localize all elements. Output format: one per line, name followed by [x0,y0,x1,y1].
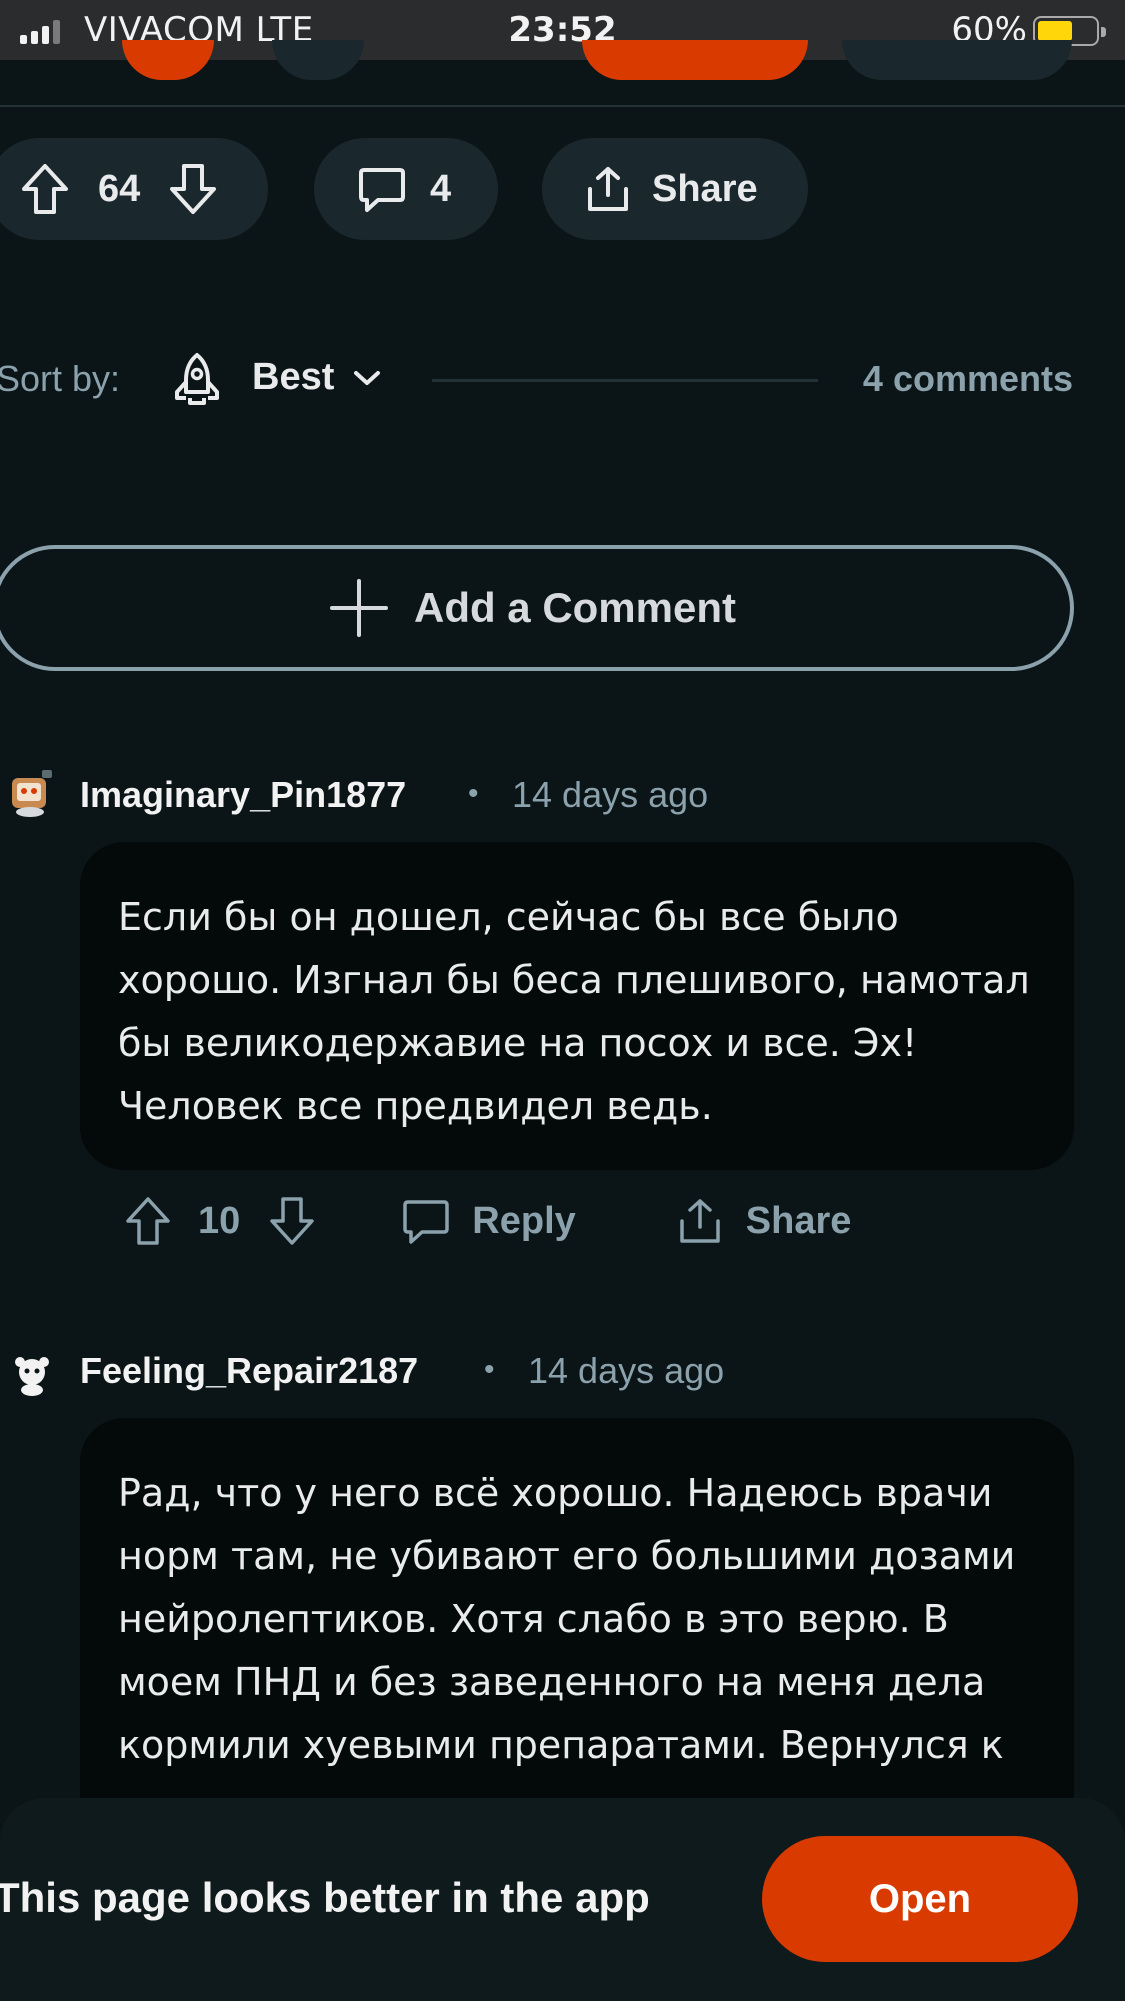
comment-author[interactable]: Feeling_Repair2187 [80,1350,418,1392]
avatar[interactable] [6,1348,56,1398]
comment-share-button[interactable]: Share [676,1197,852,1245]
comment-bubble-icon [359,168,405,212]
post-comments-button[interactable]: 4 [314,138,498,240]
upvote-icon[interactable] [124,1196,172,1246]
banner-text: This page looks better in the app [0,1874,650,1921]
post-vote-pill: 64 [0,138,268,240]
open-app-label: Open [868,1876,972,1921]
comment-body: Если бы он дошел, сейчас бы все было хор… [80,842,1074,1170]
add-comment-button[interactable]: Add a Comment [0,545,1074,671]
comment-vote-count: 10 [198,1199,241,1242]
open-in-app-banner: This page looks better in the app Open [0,1798,1125,2001]
rocket-icon [175,353,219,405]
sort-value: Best [252,356,335,398]
total-comments: 4 comments [862,358,1073,399]
reply-label: Reply [472,1199,576,1242]
post-share-button[interactable]: Share [542,138,808,240]
sort-dropdown[interactable]: Best [252,356,382,399]
comment-text: Если бы он дошел, сейчас бы все было хор… [118,895,1030,1128]
peek-dark-button [842,40,1072,80]
post-vote-count: 64 [98,167,141,210]
divider [0,105,1125,107]
downvote-icon[interactable] [168,163,218,215]
comment-age: 14 days ago [528,1350,725,1391]
open-app-button[interactable]: Open [762,1836,1078,1962]
post-comment-count: 4 [430,167,452,210]
avatar[interactable] [6,768,56,818]
comment-bubble-icon [403,1200,450,1244]
comment-share-label: Share [745,1199,852,1242]
post-share-label: Share [652,167,758,210]
peek-dark-circle [272,40,364,80]
upvote-icon[interactable] [20,163,70,215]
comment-age: 14 days ago [512,774,709,815]
comment-author[interactable]: Imaginary_Pin1877 [80,774,406,816]
chevron-down-icon [354,370,381,385]
sort-label: Sort by: [0,358,121,399]
add-comment-label: Add a Comment [413,584,736,631]
sort-divider [432,379,818,382]
plus-icon [329,579,388,637]
peek-orange-button [582,40,808,80]
reddit-post-page: VIVACOM LTE 23:52 60% 64 4 Share Sort by… [0,0,1125,2001]
comment-body: Рад, что у него всё хорошо. Надеюсь врач… [80,1418,1074,1838]
separator-dot: • [484,1353,495,1386]
reply-button[interactable]: Reply [402,1197,576,1245]
separator-dot: • [468,777,479,810]
share-icon [588,167,628,211]
peek-orange-circle [122,40,214,80]
comment-text: Рад, что у него всё хорошо. Надеюсь врач… [118,1471,1016,1767]
comment-actions: 10 Reply Share [124,1196,851,1246]
share-icon [680,1199,720,1243]
downvote-icon[interactable] [268,1196,316,1246]
